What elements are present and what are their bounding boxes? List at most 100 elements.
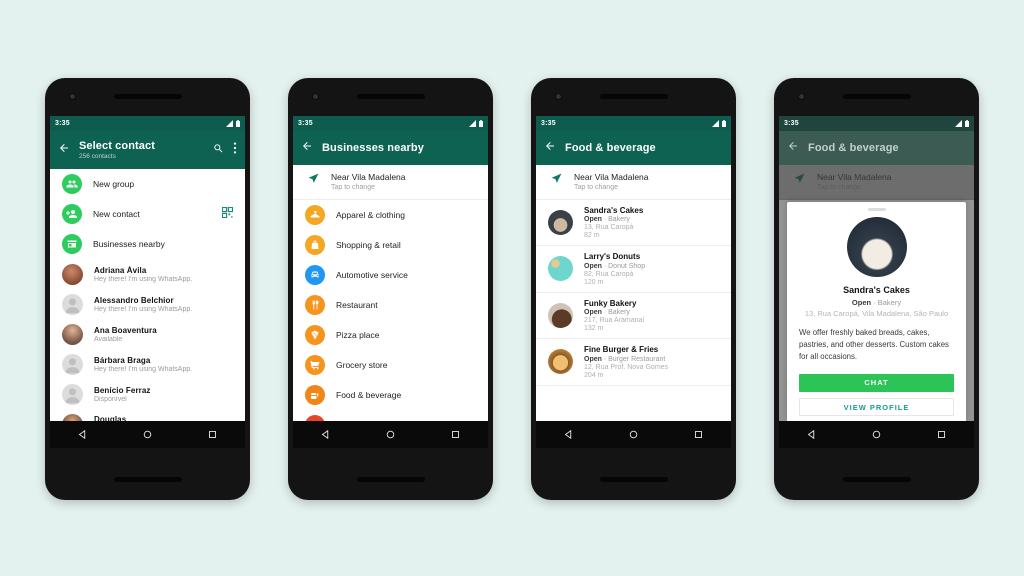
business-meta: Open · Donut Shop <box>584 262 646 270</box>
status-clock: 3:35 <box>55 120 70 127</box>
category-label: Restaurant <box>336 299 378 310</box>
screenshot-stage: 3:35 Select contact 256 contacts New gro… <box>0 0 1024 576</box>
phone-businesses-nearby: 3:35 Businesses nearby Near Vila Madalen… <box>288 78 493 500</box>
category-row-grocery-store[interactable]: Grocery store <box>293 350 488 380</box>
business-category: Donut Shop <box>608 262 646 270</box>
earpiece-speaker <box>599 94 668 99</box>
category-row-shopping-retail[interactable]: Shopping & retail <box>293 230 488 260</box>
category-row-education[interactable]: Education <box>293 410 488 421</box>
phone3-screen: 3:35 Food & beverage Near Vila Madalena … <box>536 116 731 421</box>
home-circle-icon[interactable] <box>143 430 152 439</box>
business-row[interactable]: Larry's Donuts Open · Donut Shop 82, Rua… <box>536 246 731 293</box>
back-triangle-icon[interactable] <box>78 430 87 439</box>
arrow-back-icon[interactable] <box>787 139 799 157</box>
app-bar-titles: Food & beverage <box>808 142 966 154</box>
contact-row[interactable]: Douglas ✌ <box>50 409 245 421</box>
view-profile-button[interactable]: VIEW PROFILE <box>799 397 954 416</box>
status-bar: 3:35 <box>779 116 974 131</box>
navigation-arrow-icon <box>550 172 563 190</box>
avatar <box>62 263 83 285</box>
recents-square-icon[interactable] <box>208 430 217 439</box>
arrow-back-icon[interactable] <box>58 141 70 159</box>
app-bar-titles: Food & beverage <box>565 142 723 154</box>
arrow-back-icon[interactable] <box>544 139 556 157</box>
back-triangle-icon[interactable] <box>807 430 816 439</box>
business-row[interactable]: Sandra's Cakes Open · Bakery 13, Rua Car… <box>536 200 731 246</box>
status-icons <box>226 120 240 127</box>
avatar <box>62 353 83 375</box>
contact-name: Alessandro Belchior <box>94 295 174 305</box>
phone-business-profile: 3:35 Food & beverage Near <box>774 78 979 500</box>
contact-status: Available <box>94 335 123 343</box>
business-address: 82, Rua Caropá <box>584 270 634 278</box>
contact-row[interactable]: Alessandro Belchior Hey there! I'm using… <box>50 289 245 319</box>
page-title: Businesses nearby <box>322 142 424 154</box>
category-label: Shopping & retail <box>336 239 401 250</box>
contact-row[interactable]: Benício Ferraz Disponível <box>50 379 245 409</box>
action-row-new-contact[interactable]: New contact <box>50 199 245 229</box>
status-clock: 3:35 <box>541 120 556 127</box>
category-row-food-beverage[interactable]: Food & beverage <box>293 380 488 410</box>
location-texts: Near Vila Madalena Tap to change <box>574 172 649 191</box>
home-circle-icon[interactable] <box>872 430 881 439</box>
back-triangle-icon[interactable] <box>321 430 330 439</box>
location-row[interactable]: Near Vila Madalena Tap to change <box>536 165 731 200</box>
contact-row[interactable]: Ana Boaventura Available <box>50 319 245 349</box>
battery-icon <box>236 120 240 127</box>
recents-square-icon[interactable] <box>937 430 946 439</box>
battery-icon <box>722 120 726 127</box>
action-row-new-group[interactable]: New group <box>50 169 245 199</box>
contact-texts: Ana Boaventura Available <box>94 326 233 343</box>
contact-row[interactable]: Adriana Ávila Hey there! I'm using Whats… <box>50 259 245 289</box>
storefront-icon <box>62 234 82 254</box>
recents-square-icon[interactable] <box>694 430 703 439</box>
avatar <box>62 413 83 421</box>
action-row-businesses-nearby[interactable]: Businesses nearby <box>50 229 245 259</box>
location-subtitle: Tap to change <box>574 183 618 191</box>
android-nav-bar <box>50 421 245 448</box>
business-profile-dialog: Sandra's Cakes Open · Bakery 13, Rua Car… <box>787 202 966 421</box>
status-icons <box>712 120 726 127</box>
business-name: Funky Bakery <box>584 298 637 308</box>
home-circle-icon[interactable] <box>629 430 638 439</box>
business-thumbnail <box>548 256 573 282</box>
status-bar: 3:35 <box>50 116 245 131</box>
recents-square-icon[interactable] <box>451 430 460 439</box>
location-texts: Near Vila Madalena Tap to change <box>331 172 406 191</box>
category-row-restaurant[interactable]: Restaurant <box>293 290 488 320</box>
business-row[interactable]: Fine Burger & Fries Open · Burger Restau… <box>536 339 731 386</box>
hanger-icon <box>305 204 325 225</box>
category-row-automotive-service[interactable]: Automotive service <box>293 260 488 290</box>
app-bar-titles: Businesses nearby <box>322 142 480 154</box>
qr-code-icon[interactable] <box>221 205 234 223</box>
group-icon <box>62 174 82 194</box>
category-list: Apparel & clothing Shopping & retail Aut… <box>293 199 488 421</box>
arrow-back-icon[interactable] <box>301 139 313 157</box>
business-category: Bakery <box>877 297 902 307</box>
android-nav-bar <box>293 421 488 448</box>
business-row[interactable]: Funky Bakery Open · Bakery 217, Rua Aram… <box>536 293 731 339</box>
person-add-icon <box>62 204 82 224</box>
page-subtitle: 256 contacts <box>79 153 116 160</box>
contact-name: Benício Ferraz <box>94 385 151 395</box>
category-label: Pizza place <box>336 329 380 340</box>
search-icon[interactable] <box>213 141 224 159</box>
action-label: New group <box>93 179 135 189</box>
location-row[interactable]: Near Vila Madalena Tap to change <box>293 165 488 200</box>
phone1-screen: 3:35 Select contact 256 contacts New gro… <box>50 116 245 421</box>
business-open-status: Open <box>584 262 602 270</box>
business-distance: 132 m <box>584 325 604 332</box>
contact-row[interactable]: Bárbara Braga Hey there! I'm using Whats… <box>50 349 245 379</box>
drag-handle[interactable] <box>867 208 886 211</box>
home-circle-icon[interactable] <box>386 430 395 439</box>
more-vert-icon[interactable] <box>233 141 237 159</box>
status-icons <box>469 120 483 127</box>
chat-button[interactable]: CHAT <box>799 373 954 392</box>
back-triangle-icon[interactable] <box>564 430 573 439</box>
contact-action-list: New group New contact Businesses nearby … <box>50 169 245 421</box>
category-row-pizza-place[interactable]: Pizza place <box>293 320 488 350</box>
page-title: Food & beverage <box>808 142 899 154</box>
contact-status: Hey there! I'm using WhatsApp. <box>94 365 193 373</box>
category-row-apparel-clothing[interactable]: Apparel & clothing <box>293 200 488 230</box>
car-icon <box>305 264 325 285</box>
